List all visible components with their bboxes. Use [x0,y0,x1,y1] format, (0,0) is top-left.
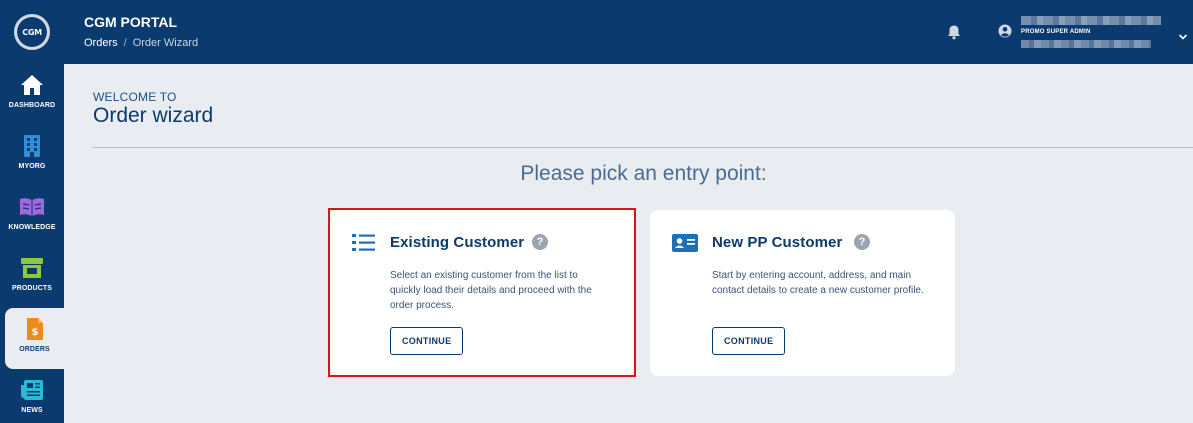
book-icon [19,194,45,220]
continue-new-pp-customer-button[interactable]: CONTINUE [712,327,786,355]
home-icon [19,72,45,98]
breadcrumb-link-orders[interactable]: Orders [84,37,118,49]
invoice-icon: $ [22,316,48,342]
help-icon[interactable]: ? [532,234,548,250]
welcome-text: WELCOME TO [93,90,177,104]
list-icon [352,234,376,252]
existing-customer-card[interactable]: Existing Customer ? Select an existing c… [330,210,635,376]
card-title: New PP Customer [712,234,843,251]
sidebar: CGM DASHBOARD MYORG KNOWLEDGE PRODUCTS $… [0,0,64,423]
store-icon [19,255,45,281]
app-title: CGM PORTAL [84,14,178,30]
card-description: Select an existing customer from the lis… [390,270,592,311]
sidebar-item-products[interactable]: PRODUCTS [0,247,64,308]
entry-point-prompt: Please pick an entry point: [520,162,767,185]
divider [93,147,1193,148]
newspaper-icon [19,377,45,403]
cgm-logo[interactable]: CGM [14,14,50,50]
sidebar-item-label: ORDERS [19,346,50,353]
sidebar-item-knowledge[interactable]: KNOWLEDGE [0,186,64,247]
help-icon[interactable]: ? [854,234,870,250]
logo-text: CGM [22,27,42,37]
sidebar-item-dashboard[interactable]: DASHBOARD [0,64,64,125]
building-icon [19,133,45,159]
card-description: Start by entering account, address, and … [712,270,924,296]
user-name-redacted [1021,16,1161,25]
user-menu[interactable]: PROMO SUPER ADMIN [998,12,1188,52]
logo-container: CGM [0,0,64,64]
breadcrumb-current: Order Wizard [132,37,199,49]
user-role: PROMO SUPER ADMIN [1021,29,1091,35]
svg-text:$: $ [31,327,38,338]
sidebar-item-label: KNOWLEDGE [8,224,56,231]
breadcrumb: Orders / Order Wizard [84,37,198,49]
card-title: Existing Customer [390,234,525,251]
sidebar-item-label: DASHBOARD [8,102,56,109]
sidebar-item-label: NEWS [21,407,43,414]
id-card-icon [672,234,698,252]
top-header: CGM PORTAL Orders / Order Wizard PROMO S… [64,0,1193,64]
user-email-redacted [1021,40,1151,48]
continue-existing-customer-button[interactable]: CONTINUE [390,327,464,355]
new-pp-customer-card[interactable]: New PP Customer ? Start by entering acco… [650,210,955,376]
sidebar-item-label: PRODUCTS [11,285,53,292]
sidebar-item-news[interactable]: NEWS [0,369,64,423]
page-title: Order wizard [93,104,214,127]
breadcrumb-separator: / [123,37,127,49]
sidebar-item-orders[interactable]: $ ORDERS [5,308,64,369]
chevron-down-icon [1178,28,1188,40]
bell-icon[interactable] [946,24,962,40]
user-circle-icon [998,24,1012,38]
